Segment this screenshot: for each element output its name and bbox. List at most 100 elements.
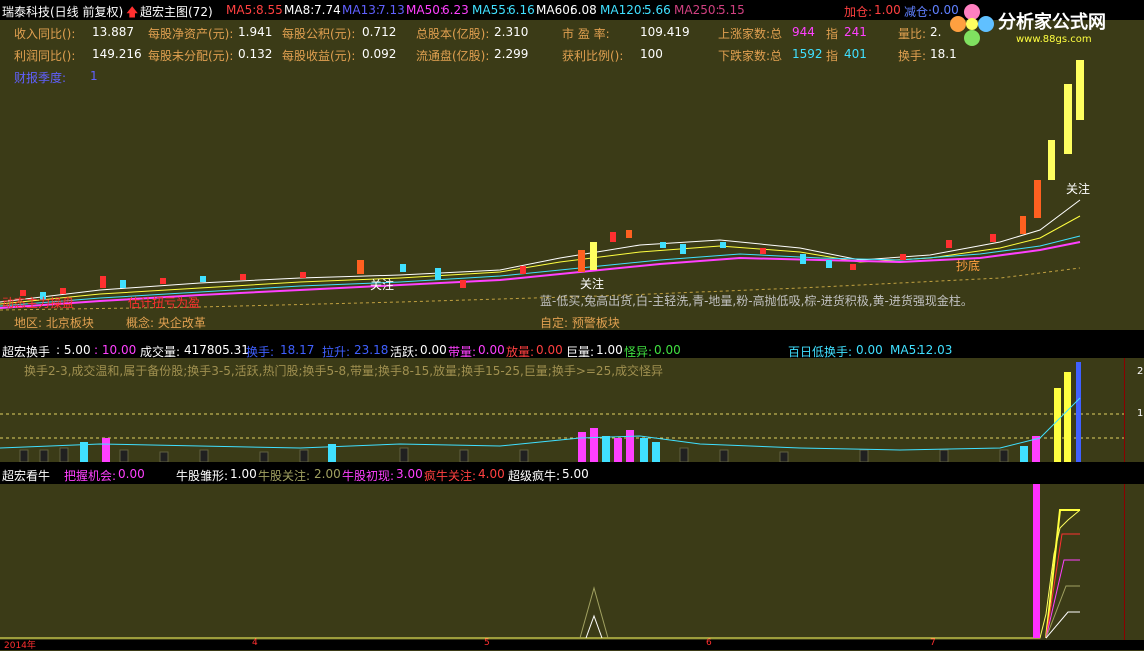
early-label: 牛股初现: xyxy=(342,469,395,483)
super-value: 5.00 xyxy=(562,467,589,481)
kline-panel[interactable]: 收入同比(): 13.887 每股净资产(元): 1.941 每股公积(元): … xyxy=(0,20,1144,330)
turnover-bar-magenta xyxy=(614,438,622,462)
grasp-bar xyxy=(1033,484,1040,638)
turnover-bar-cyan xyxy=(1020,446,1028,462)
huge-volume-value: 1.00 xyxy=(596,343,623,357)
shape-value: 1.00 xyxy=(230,467,257,481)
ma5-label: MA5: xyxy=(226,3,257,17)
turnover-bar-cyan xyxy=(602,436,610,462)
volume-v1: : 5.00 xyxy=(56,343,91,357)
turnover-value-2: 18.17 xyxy=(280,343,315,357)
low-100day-value: 0.00 xyxy=(856,343,883,357)
ma120-label: MA120: xyxy=(600,3,646,17)
profit-turn-text: 估计扭亏为盈 xyxy=(128,296,201,310)
date-axis: 2014年 4 5 6 7 xyxy=(0,638,1144,651)
turnover-bars xyxy=(19,447,1009,462)
bull-indicator-name[interactable]: 超宏看牛 xyxy=(2,467,50,484)
legend-note: 蓝-低买,兔高出货,白-主轻洗,青-地量,粉-高抛低吸,棕-进货积极,黄-进货强… xyxy=(540,294,973,308)
bull-baseline xyxy=(0,509,1081,639)
ma55-label: MA55: xyxy=(472,3,510,17)
ma5-value: 8.55 xyxy=(256,3,283,17)
volume-axis: 2 1 xyxy=(1124,358,1144,462)
ma50-label: MA50: xyxy=(406,3,444,17)
turnover-bar-magenta xyxy=(590,428,598,462)
site-logo: 分析家公式网 www.88gs.com xyxy=(948,2,1144,48)
bull-panel[interactable] xyxy=(0,484,1144,640)
shape-label: 牛股雏形: xyxy=(176,469,229,483)
ma5-vol-value: 12.03 xyxy=(918,343,953,357)
volume-v2: : 10.00 xyxy=(94,343,137,357)
ma250-label: MA250: xyxy=(674,3,720,17)
crazy-label: 疯牛关注: xyxy=(424,469,477,483)
ma8-label: MA8: xyxy=(284,3,315,17)
super-label: 超级疯牛: xyxy=(508,469,561,483)
year-label: 2014年 xyxy=(4,641,36,651)
stock-title[interactable]: 瑞泰科技(日线 前复权) xyxy=(2,3,123,20)
ma55-value: 6.16 xyxy=(508,3,535,17)
volume-axis-tick: 2 xyxy=(1137,366,1144,377)
ma120-value: 5.66 xyxy=(644,3,671,17)
custom-label: 自定: 预警板块 xyxy=(540,316,620,330)
candles xyxy=(20,60,1084,300)
turnover-bar-yellow xyxy=(1054,388,1061,462)
ma60-label: MA60: xyxy=(536,3,574,17)
volume-panel[interactable]: 换手2-3,成交温和,属于备份股;换手3-5,活跃,热门股;换手5-8,带量;换… xyxy=(0,358,1144,462)
reduce-position-label: 减仓: xyxy=(904,5,933,19)
focus-marker-3: 关注 xyxy=(1066,182,1091,196)
ma5-vol-label: MA5: xyxy=(890,343,921,357)
turnover-bar-yellow xyxy=(1064,372,1071,462)
turnover-bar-cyan xyxy=(640,438,648,462)
odd-value: 0.00 xyxy=(654,343,681,357)
bull-axis xyxy=(1124,484,1144,640)
turnover-bar-cyan xyxy=(652,442,660,462)
ma13-label: MA13: xyxy=(342,3,380,17)
pull-value: 23.18 xyxy=(354,343,389,357)
volume-axis-tick: 1 xyxy=(1137,408,1144,419)
turnover-bar-blue xyxy=(1076,362,1081,462)
ma8-value: 7.74 xyxy=(314,3,341,17)
active-value: 0.00 xyxy=(420,343,447,357)
ma13-value: 7.13 xyxy=(378,3,405,17)
ma8-line xyxy=(0,215,1081,305)
logo-url[interactable]: www.88gs.com xyxy=(1016,34,1092,45)
month-label: 6 xyxy=(706,638,712,648)
bull-indicator-bar: 超宏看牛 把握机会: 0.00 牛股雏形: 1.00 牛股关注: 2.00 牛股… xyxy=(0,465,1144,484)
month-label: 4 xyxy=(252,638,258,648)
turnover-chart[interactable] xyxy=(0,358,1124,462)
focus-label: 牛股关注: xyxy=(258,469,311,483)
panel-separator xyxy=(0,330,1144,342)
grasp-label: 把握机会: xyxy=(64,469,117,483)
add-position-value: 1.00 xyxy=(874,3,901,17)
ma5-line xyxy=(0,199,1081,303)
add-position-label: 加仓: xyxy=(844,5,873,19)
focus-marker-2: 关注 xyxy=(580,277,605,291)
bull-shape-spike xyxy=(585,614,603,639)
volume-value: 417805.31 xyxy=(184,343,249,357)
volume-indicator-bar: 超宏换手 : 5.00 : 10.00 成交量: 417805.31 换手: 1… xyxy=(0,342,1144,359)
ma50-value: 6.23 xyxy=(442,3,469,17)
chart-formula-name[interactable]: 超宏主图(72) xyxy=(140,3,213,20)
bull-signal-chart[interactable] xyxy=(0,484,1124,640)
turnover-bar-magenta xyxy=(102,438,110,462)
focus-marker-1: 关注 xyxy=(370,278,395,292)
grasp-value: 0.00 xyxy=(118,467,145,481)
concept-label: 概念: 央企改革 xyxy=(126,316,206,330)
ma250-value: 5.15 xyxy=(718,3,745,17)
main-force-text: 动态主力操盘 xyxy=(2,296,75,310)
bull-focus-spike xyxy=(579,586,609,639)
focus-value: 2.00 xyxy=(314,467,341,481)
turnover-bar-magenta xyxy=(626,430,634,462)
turnover-bar-magenta xyxy=(578,432,586,462)
month-label: 5 xyxy=(484,638,490,648)
crazy-value: 4.00 xyxy=(478,467,505,481)
big-volume-value: 0.00 xyxy=(536,343,563,357)
flower-icon xyxy=(950,4,994,46)
with-volume-value: 0.00 xyxy=(478,343,505,357)
month-label: 7 xyxy=(930,638,936,648)
early-value: 3.00 xyxy=(396,467,423,481)
logo-title: 分析家公式网 xyxy=(998,12,1106,33)
candlestick-chart[interactable] xyxy=(0,20,1124,330)
region-label: 地区: 北京板块 xyxy=(14,316,94,330)
buy-hint: 抄底 xyxy=(956,259,981,273)
ma60-value: 6.08 xyxy=(570,3,597,17)
